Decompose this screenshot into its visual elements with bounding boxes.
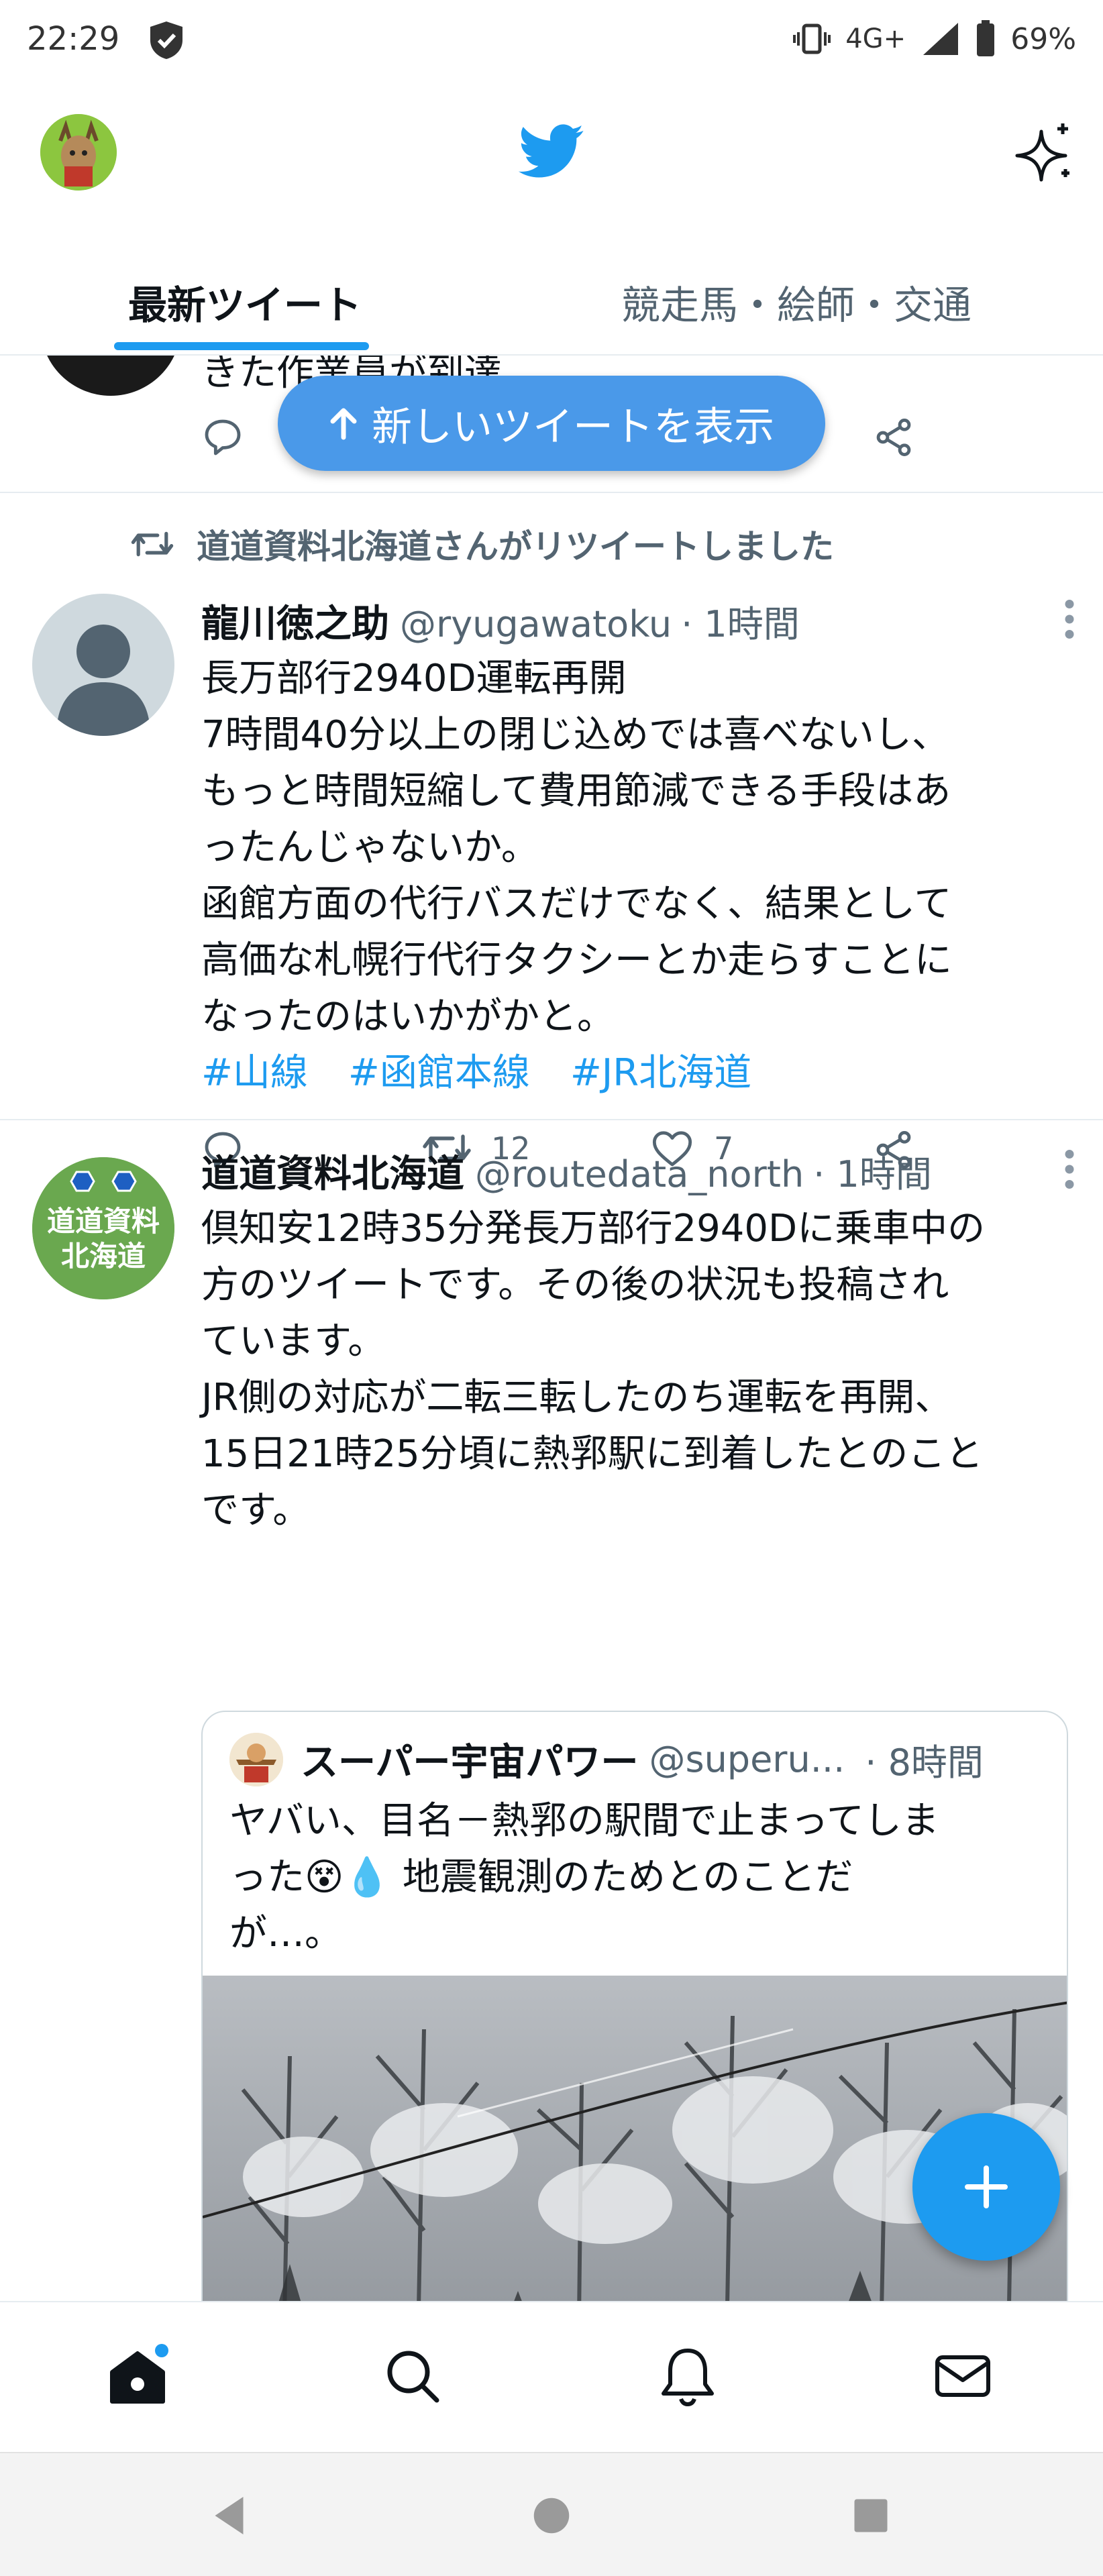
avatar-text-line: 道道資料 xyxy=(46,1205,160,1238)
home-icon xyxy=(110,2344,168,2404)
hashtag-link[interactable]: #山線 xyxy=(201,1045,308,1102)
tweet-routedata-north[interactable]: 道道資料 北海道 道道資料北海道 @routedata_north · 1時間 … xyxy=(0,1120,1103,2301)
more-options-icon[interactable] xyxy=(1063,1149,1076,1189)
tweet-text-line: った😵💧 地震観測のためとのことだ xyxy=(229,1856,853,1899)
shield-icon xyxy=(150,21,182,59)
tweet-text: 倶知安12時35分発長万部行2940Dに乗車中の 方のツイートです。その後の状況… xyxy=(201,1201,1076,1539)
nav-notifications[interactable] xyxy=(654,2343,721,2410)
tweet-text-line: ています。 xyxy=(201,1320,386,1363)
active-tab-indicator xyxy=(114,342,369,350)
tweet-text-line: 高価な札幌行代行タクシーとか走らすことに xyxy=(201,938,952,982)
bell-icon xyxy=(662,2349,714,2407)
quoted-author-name: スーパー宇宙パワー xyxy=(301,1741,639,1784)
vibrate-icon xyxy=(793,23,831,54)
signal-icon xyxy=(923,23,959,55)
tweet-header: 道道資料北海道 @routedata_north · 1時間 xyxy=(201,1144,1076,1198)
author-name[interactable]: 道道資料北海道 xyxy=(201,1144,464,1198)
avatar[interactable] xyxy=(32,594,174,736)
avatar-label: 道道資料 北海道 xyxy=(32,1204,174,1274)
tab-latest-tweets[interactable]: 最新ツイート xyxy=(0,248,490,356)
battery-level: 69% xyxy=(1010,21,1076,56)
twitter-bird-icon[interactable] xyxy=(518,124,585,179)
tweet-text-line: です。 xyxy=(201,1489,311,1532)
show-new-tweets-button[interactable]: 新しいツイートを表示 xyxy=(278,376,825,471)
more-options-icon[interactable] xyxy=(1063,599,1076,639)
retweet-label: 道道資料北海道さんがリツイートしました xyxy=(197,527,834,566)
network-label: 4G+ xyxy=(845,23,906,54)
tweet-text: 長万部行2940D運転再開 7時間40分以上の閉じ込めでは喜べないし、 もっと時… xyxy=(201,651,1076,1045)
tweet-text-line: ヤバい、目名－熱郛の駅間で止まってしま xyxy=(229,1799,939,1843)
reply-icon[interactable] xyxy=(201,416,244,459)
show-new-tweets-label: 新しいツイートを表示 xyxy=(372,403,774,451)
tweet-ryugawatoku[interactable]: 道道資料北海道さんがリツイートしました 龍川徳之助 @ryugawatoku ·… xyxy=(0,493,1103,1169)
retweet-icon xyxy=(131,531,174,557)
nav-home[interactable] xyxy=(104,2343,171,2410)
compose-tweet-button[interactable] xyxy=(912,2113,1060,2261)
tweet-text-line: なったのはいかがかと。 xyxy=(201,995,615,1038)
quoted-author-handle: @superu... xyxy=(649,1738,845,1780)
share-icon[interactable] xyxy=(872,416,915,459)
home-circle-icon[interactable] xyxy=(528,2492,575,2539)
quoted-tweet-text: ヤバい、目名－熱郛の駅間で止まってしま った😵💧 地震観測のためとのことだ が…… xyxy=(203,1786,1067,1976)
profile-avatar[interactable] xyxy=(40,114,117,191)
mail-icon xyxy=(935,2355,990,2397)
author-handle[interactable]: @routedata_north xyxy=(475,1153,804,1195)
top-app-bar xyxy=(0,94,1103,215)
tweet-text-line: 倶知安12時35分発長万部行2940Dに乗車中の xyxy=(201,1207,986,1250)
timeline-feed[interactable]: きた作業員が到達 新しいツイートを表示 道道資料北海道さんがリツイートしました xyxy=(0,356,1103,2301)
tweet-header: 龍川徳之助 @ryugawatoku · 1時間 xyxy=(201,594,1076,648)
avatar[interactable] xyxy=(40,356,181,396)
quoted-tweet-time: · 8時間 xyxy=(865,1741,984,1784)
avatar xyxy=(229,1732,283,1786)
tweet-text-line: もっと時間短縮して費用節減できる手段はあ xyxy=(201,769,951,813)
avatar[interactable]: 道道資料 北海道 xyxy=(32,1157,174,1299)
status-bar: 22:29 4G+ 69% xyxy=(0,0,1103,87)
tweet-text-line: が…。 xyxy=(229,1912,342,1955)
status-time: 22:29 xyxy=(27,20,120,58)
bottom-navigation xyxy=(0,2301,1103,2452)
battery-icon xyxy=(977,20,995,56)
tweet-text-line: 長万部行2940D運転再開 xyxy=(201,657,627,700)
tweet-time[interactable]: · 1時間 xyxy=(813,1144,932,1197)
tweet-text-line: JR側の対応が二転三転したのち運転を再開、 xyxy=(201,1376,953,1419)
tweet-text-line: 方のツイートです。その後の状況も投稿され xyxy=(201,1263,949,1307)
author-name[interactable]: 龍川徳之助 xyxy=(201,594,389,648)
hashtag-link[interactable]: #JR北海道 xyxy=(570,1045,751,1102)
search-icon xyxy=(387,2351,439,2403)
tweet-body: 道道資料北海道 @routedata_north · 1時間 倶知安12時35分… xyxy=(201,1144,1076,1539)
author-handle[interactable]: @ryugawatoku xyxy=(400,603,672,645)
arrow-up-icon xyxy=(330,408,357,440)
plus-icon xyxy=(965,2165,1008,2208)
hashtag-link[interactable]: #函館本線 xyxy=(348,1045,530,1102)
tweet-text-line: 函館方面の代行バスだけでなく、結果として xyxy=(201,882,952,926)
system-navigation-bar xyxy=(0,2452,1103,2576)
sparkle-icon[interactable] xyxy=(1012,121,1076,185)
quoted-tweet-header: スーパー宇宙パワー @superu... · 8時間 xyxy=(203,1712,1067,1786)
recents-icon[interactable] xyxy=(847,2492,894,2539)
tweet-body: 龍川徳之助 @ryugawatoku · 1時間 長万部行2940D運転再開 7… xyxy=(201,594,1076,1189)
timeline-tabs: 最新ツイート 競走馬・絵師・交通 xyxy=(0,248,1103,356)
avatar-text-line: 北海道 xyxy=(60,1240,146,1273)
nav-messages[interactable] xyxy=(929,2343,996,2410)
status-icons: 4G+ 69% xyxy=(793,20,1076,58)
tab-list[interactable]: 競走馬・絵師・交通 xyxy=(490,248,1103,356)
tweet-time[interactable]: · 1時間 xyxy=(681,594,800,647)
tweet-text-line: ったんじゃないか。 xyxy=(201,826,539,869)
nav-search[interactable] xyxy=(379,2343,446,2410)
back-icon[interactable] xyxy=(208,2492,255,2539)
tweet-text-line: 7時間40分以上の閉じ込めでは喜べないし、 xyxy=(201,713,949,757)
tweet-text-line: 15日21時25分頃に熱郛駅に到着したとのこと xyxy=(201,1432,984,1476)
retweet-context: 道道資料北海道さんがリツイートしました xyxy=(131,520,834,568)
hashtags: #山線 #函館本線 #JR北海道 xyxy=(201,1045,1076,1102)
